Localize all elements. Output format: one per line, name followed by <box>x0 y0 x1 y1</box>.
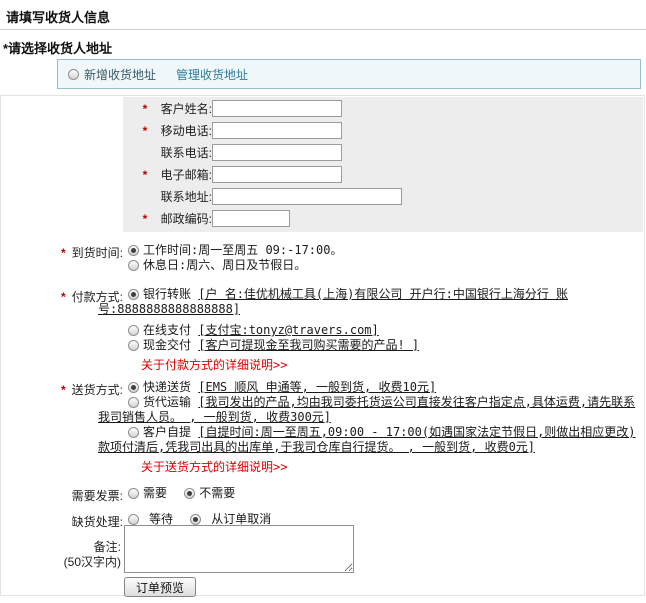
arrival-time-label: *到货时间: <box>1 244 123 261</box>
remark-textarea[interactable] <box>124 525 354 573</box>
arrival-option-worktime: 工作时间:周一至周五 09:-17:00。 <box>128 243 642 258</box>
form-row-contact-address: 联系地址: <box>123 188 643 205</box>
invoice-label: 需要发票: <box>1 487 123 504</box>
shipping-option-pickup: 客户自提 [自提时间:周一至周五,09:00 - 17:00(如遇国家法定节假日… <box>98 425 642 455</box>
cash-payment-radio[interactable] <box>128 340 139 351</box>
contact-phone-input[interactable] <box>212 144 342 161</box>
remark-hint: (50汉字内) <box>64 555 121 569</box>
invoice-row: 需要发票: 需要 不需要 <box>1 486 642 501</box>
backorder-cancel-radio[interactable] <box>190 514 201 525</box>
title-divider <box>0 29 646 30</box>
manage-address-link[interactable]: 管理收货地址 <box>176 66 248 83</box>
backorder-label: 缺货处理: <box>1 513 123 530</box>
invoice-no-need-radio[interactable] <box>184 488 195 499</box>
shipping-method-label: *送货方式: <box>1 381 123 398</box>
self-pickup-radio[interactable] <box>128 427 139 438</box>
field-label: 移动电话: <box>152 122 212 139</box>
invoice-option-no-need: 不需要 <box>184 486 235 500</box>
form-row-mobile-phone: * 移动电话: <box>123 122 643 139</box>
required-mark: * <box>61 383 66 397</box>
bank-transfer-radio[interactable] <box>128 289 139 300</box>
online-payment-radio[interactable] <box>128 325 139 336</box>
email-input[interactable] <box>212 166 342 183</box>
shipping-details-link[interactable]: 关于送货方式的详细说明>> <box>141 460 287 475</box>
required-mark: * <box>61 290 66 304</box>
arrival-worktime-radio[interactable] <box>128 245 139 256</box>
postal-code-input[interactable] <box>212 210 290 227</box>
new-address-label: 新增收货地址 <box>84 66 156 83</box>
customer-name-input[interactable] <box>212 100 342 117</box>
remark-label: 备注: (50汉字内) <box>1 540 121 570</box>
required-mark: * <box>138 102 152 116</box>
shipping-option-freight: 货代运输 [我司发出的产品,均由我司委托货运公司直接发往客户指定点,具体运费,请… <box>98 395 642 425</box>
shipping-option-express: 快递送货 [EMS 顺风 申通等, 一般到货, 收费10元] <box>128 380 642 395</box>
cash-payment-link[interactable]: [客户可提现金至我司购买需要的产品! ] <box>198 338 419 352</box>
field-label: 联系电话: <box>152 144 212 161</box>
express-shipping-link[interactable]: [EMS 顺风 申通等, 一般到货, 收费10元] <box>198 380 436 394</box>
payment-method-label: *付款方式: <box>1 288 123 305</box>
required-mark: * <box>61 246 66 260</box>
backorder-wait-radio[interactable] <box>128 514 139 525</box>
arrival-option-restday: 休息日:周六、周日及节假日。 <box>128 258 642 273</box>
form-row-postal-code: * 邮政编码: <box>123 210 643 227</box>
required-mark: * <box>138 168 152 182</box>
alipay-link[interactable]: [支付宝:tonyz@travers.com] <box>198 323 379 337</box>
field-label: 电子邮箱: <box>152 166 212 183</box>
contact-form-box: * 客户姓名: * 移动电话: 联系电话: * 电子邮箱: 联系地址: * 邮政… <box>123 97 643 232</box>
shipping-method-row: *送货方式: 快递送货 [EMS 顺风 申通等, 一般到货, 收费10元] 货代… <box>1 380 642 475</box>
payment-method-row: *付款方式: 银行转账 [户 名:佳优机械工具(上海)有限公司 开户行:中国银行… <box>1 287 642 373</box>
backorder-option-wait: 等待 <box>128 512 173 526</box>
field-label: 客户姓名: <box>152 100 212 117</box>
page-title: 请填写收货人信息 <box>6 7 110 26</box>
payment-option-bank-transfer: 银行转账 [户 名:佳优机械工具(上海)有限公司 开户行:中国银行上海分行 账号… <box>98 287 642 317</box>
payment-details-link[interactable]: 关于付款方式的详细说明>> <box>141 358 287 373</box>
address-selector-box: 新增收货地址 管理收货地址 <box>57 59 641 89</box>
section-title: *请选择收货人地址 <box>3 38 112 57</box>
invoice-option-need: 需要 <box>128 486 167 500</box>
payment-option-online: 在线支付 [支付宝:tonyz@travers.com] <box>128 323 642 338</box>
freight-shipping-radio[interactable] <box>128 397 139 408</box>
field-label: 邮政编码: <box>152 210 212 227</box>
invoice-need-radio[interactable] <box>128 488 139 499</box>
form-row-customer-name: * 客户姓名: <box>123 100 643 117</box>
payment-option-cash: 现金交付 [客户可提现金至我司购买需要的产品! ] <box>128 338 642 353</box>
new-address-radio[interactable] <box>68 69 79 80</box>
arrival-time-row: *到货时间: 工作时间:周一至周五 09:-17:00。 休息日:周六、周日及节… <box>1 243 642 273</box>
form-row-contact-phone: 联系电话: <box>123 144 643 161</box>
contact-address-input[interactable] <box>212 188 402 205</box>
backorder-option-cancel: 从订单取消 <box>190 512 271 526</box>
required-mark: * <box>138 212 152 226</box>
mobile-phone-input[interactable] <box>212 122 342 139</box>
order-preview-button[interactable]: 订单预览 <box>124 577 196 597</box>
express-shipping-radio[interactable] <box>128 382 139 393</box>
required-mark: * <box>138 124 152 138</box>
arrival-restday-radio[interactable] <box>128 260 139 271</box>
form-row-email: * 电子邮箱: <box>123 166 643 183</box>
field-label: 联系地址: <box>152 188 212 205</box>
form-panel: * 客户姓名: * 移动电话: 联系电话: * 电子邮箱: 联系地址: * 邮政… <box>0 95 645 596</box>
